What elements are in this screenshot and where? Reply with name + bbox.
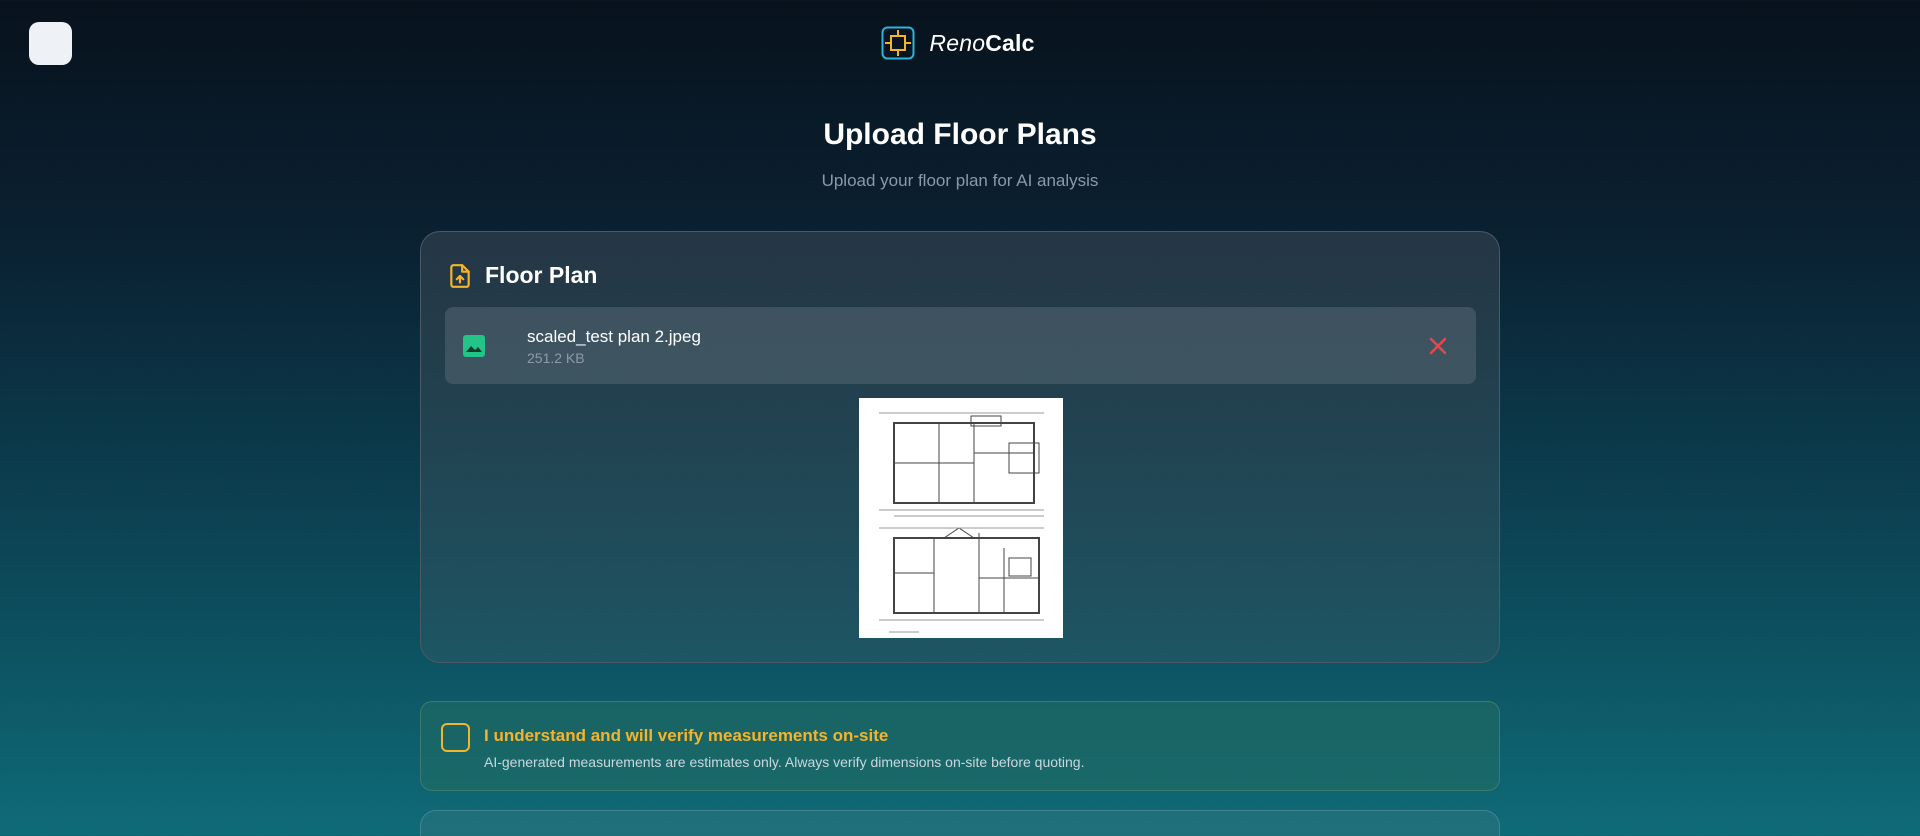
image-file-icon — [463, 335, 485, 357]
verify-checkbox[interactable] — [441, 723, 470, 752]
floor-plan-preview-image — [879, 412, 1044, 633]
next-card — [420, 810, 1500, 836]
page-title: Upload Floor Plans — [823, 118, 1097, 151]
card-header: Floor Plan — [447, 262, 597, 289]
brand[interactable]: RenoCalc — [0, 26, 1920, 60]
brand-name-italic: Reno — [929, 29, 986, 56]
page-subtitle: Upload your floor plan for AI analysis — [821, 171, 1099, 190]
file-name: scaled_test plan 2.jpeg — [527, 327, 701, 346]
uploaded-file-row: scaled_test plan 2.jpeg 251.2 KB — [445, 307, 1476, 384]
floor-plan-card: Floor Plan scaled_test plan 2.jpeg 251.2… — [420, 231, 1500, 663]
card-title: Floor Plan — [485, 262, 598, 288]
brand-name-bold: Calc — [985, 29, 1035, 56]
brand-name: RenoCalc — [929, 30, 1034, 57]
verify-acknowledgement: I understand and will verify measurement… — [420, 701, 1500, 791]
verify-title: I understand and will verify measurement… — [484, 726, 889, 745]
floor-plan-preview — [859, 398, 1063, 638]
renocalc-logo-icon — [881, 26, 915, 60]
file-size: 251.2 KB — [527, 350, 585, 366]
close-icon — [1429, 337, 1447, 355]
verify-description: AI-generated measurements are estimates … — [484, 754, 1085, 770]
remove-file-button[interactable] — [1425, 333, 1451, 359]
file-upload-icon — [450, 263, 470, 288]
